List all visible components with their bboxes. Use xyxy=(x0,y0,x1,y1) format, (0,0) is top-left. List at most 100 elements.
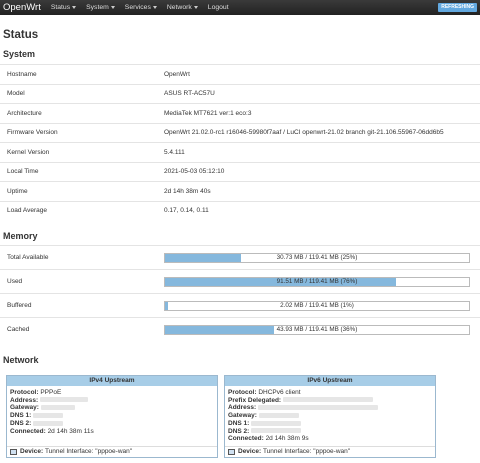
ipv6-card-body: Protocol: DHCPv6 client Prefix Delegated… xyxy=(225,386,435,443)
progress-text: 30.73 MB / 119.41 MB (25%) xyxy=(276,253,358,261)
chevron-down-icon xyxy=(72,6,77,9)
progress-text: 2.02 MB / 119.41 MB (1%) xyxy=(280,301,354,309)
chevron-down-icon xyxy=(152,6,157,9)
row-value: 0.17, 0.14, 0.11 xyxy=(164,207,209,215)
redacted-value xyxy=(258,412,299,418)
row-label: Used xyxy=(7,278,23,285)
chevron-down-icon xyxy=(110,6,115,9)
network-section-title: Network xyxy=(3,355,39,365)
memory-table: Total Available 30.73 MB / 119.41 MB (25%… xyxy=(0,245,480,341)
menu-logout-label: Logout xyxy=(207,4,229,11)
progress-text: 91.51 MB / 119.41 MB (76%) xyxy=(276,277,358,285)
field-value: PPPoE xyxy=(40,389,62,396)
tunnel-device-icon xyxy=(10,449,17,455)
menu-network[interactable]: Network xyxy=(167,4,198,11)
field-label: Gateway: xyxy=(228,412,257,420)
table-row: Kernel Version 5.4.111 xyxy=(0,142,480,162)
redacted-value xyxy=(33,412,64,418)
row-label: Architecture xyxy=(7,109,42,117)
ipv6-card-title: IPv6 Upstream xyxy=(225,376,435,386)
row-label: Buffered xyxy=(7,302,32,309)
ipv6-prefix: Prefix Delegated: xyxy=(228,397,432,405)
ipv6-device: Device: Tunnel Interface: "pppoe-wan" xyxy=(225,446,435,457)
row-label: Uptime xyxy=(7,187,28,195)
row-label: Total Available xyxy=(7,254,49,261)
ipv4-card-body: Protocol: PPPoE Address: Gateway: DNS 1:… xyxy=(7,386,217,435)
field-value: 2d 14h 38m 9s xyxy=(265,435,309,443)
menu-services-label: Services xyxy=(124,4,151,11)
field-label: DNS 1: xyxy=(10,412,32,420)
field-label: Protocol: xyxy=(228,389,257,396)
system-table: Hostname OpenWrt Model ASUS RT-AC57U Archi… xyxy=(0,64,480,220)
memory-progress-bar: 43.93 MB / 119.41 MB (36%) xyxy=(164,324,470,335)
table-row: Used 91.51 MB / 119.41 MB (76%) xyxy=(0,269,480,293)
ipv4-upstream-card: IPv4 Upstream Protocol: PPPoE Address: G… xyxy=(6,375,218,458)
ipv4-connected: Connected: 2d 14h 38m 11s xyxy=(10,428,214,436)
ipv4-gateway: Gateway: xyxy=(10,404,214,412)
table-row: Firmware Version OpenWrt 21.02.0-rc1 r160… xyxy=(0,122,480,143)
menu-status-label: Status xyxy=(50,4,71,11)
redacted-value xyxy=(40,405,75,411)
table-row: Local Time 2021-05-03 05:12:10 xyxy=(0,161,480,182)
memory-progress-bar: 2.02 MB / 119.41 MB (1%) xyxy=(164,300,470,311)
field-label: Address: xyxy=(228,404,257,412)
redacted-value xyxy=(251,428,302,434)
field-label: DNS 1: xyxy=(228,419,250,427)
field-label: DNS 2: xyxy=(10,419,32,427)
ipv4-protocol: Protocol: PPPoE xyxy=(10,389,214,397)
menu-system[interactable]: System xyxy=(86,4,115,11)
row-value: 5.4.111 xyxy=(164,148,185,156)
ipv6-address: Address: xyxy=(228,404,432,412)
page-title: Status xyxy=(3,29,39,41)
field-value: 2d 14h 38m 11s xyxy=(47,427,94,435)
table-row: Hostname OpenWrt xyxy=(0,64,480,84)
row-label: Hostname xyxy=(7,70,37,78)
refresh-badge[interactable]: REFRESHING xyxy=(438,3,477,12)
chevron-down-icon xyxy=(193,6,198,9)
row-value: ASUS RT-AC57U xyxy=(164,90,215,98)
table-row: Load Average 0.17, 0.14, 0.11 xyxy=(0,200,480,221)
field-value: Tunnel Interface: "pppoe-wan" xyxy=(44,448,133,455)
field-value: Tunnel Interface: "pppoe-wan" xyxy=(262,448,351,455)
ipv4-device: Device: Tunnel Interface: "pppoe-wan" xyxy=(7,446,217,457)
top-navbar: OpenWrt Status System Services Network L… xyxy=(0,0,480,15)
brand-logo[interactable]: OpenWrt xyxy=(3,2,41,13)
field-value: DHCPv6 client xyxy=(258,389,301,396)
table-row: Buffered 2.02 MB / 119.41 MB (1%) xyxy=(0,293,480,317)
ipv4-dns1: DNS 1: xyxy=(10,412,214,420)
menu-status[interactable]: Status xyxy=(50,4,77,11)
ipv6-gateway: Gateway: xyxy=(228,412,432,420)
ipv4-card-title: IPv4 Upstream xyxy=(7,376,217,386)
row-label: Cached xyxy=(7,326,30,333)
memory-section-title: Memory xyxy=(3,231,38,241)
menu-services[interactable]: Services xyxy=(125,4,157,11)
field-label: Connected: xyxy=(10,427,46,435)
row-value: 2021-05-03 05:12:10 xyxy=(164,168,225,176)
ipv6-connected: Connected: 2d 14h 38m 9s xyxy=(228,435,432,443)
tunnel-device-icon xyxy=(228,449,235,455)
table-row: Total Available 30.73 MB / 119.41 MB (25%… xyxy=(0,245,480,269)
table-row: Model ASUS RT-AC57U xyxy=(0,83,480,104)
ipv6-dns2: DNS 2: xyxy=(228,428,432,436)
menu-logout[interactable]: Logout xyxy=(208,4,229,11)
row-label: Model xyxy=(7,90,25,98)
row-value: OpenWrt 21.02.0-rc1 r16046-59980f7aaf / … xyxy=(164,129,444,137)
table-row: Cached 43.93 MB / 119.41 MB (36%) xyxy=(0,317,480,341)
system-section-title: System xyxy=(3,49,36,59)
row-value: MediaTek MT7621 ver:1 eco:3 xyxy=(164,109,252,117)
row-label: Firmware Version xyxy=(7,129,58,137)
memory-progress-bar: 30.73 MB / 119.41 MB (25%) xyxy=(164,252,470,263)
table-row: Architecture MediaTek MT7621 ver:1 eco:3 xyxy=(0,103,480,123)
redacted-value xyxy=(33,420,64,426)
memory-progress-bar: 91.51 MB / 119.41 MB (76%) xyxy=(164,276,470,287)
field-label: Gateway: xyxy=(10,404,39,412)
field-label: Connected: xyxy=(228,435,264,443)
ipv6-protocol: Protocol: DHCPv6 client xyxy=(228,389,432,397)
main-menu: Status System Services Network Logout xyxy=(51,4,239,11)
redacted-value xyxy=(258,405,378,411)
field-label: DNS 2: xyxy=(228,427,250,435)
redacted-value xyxy=(282,397,373,403)
row-label: Local Time xyxy=(7,168,39,176)
row-value: 2d 14h 38m 40s xyxy=(164,187,211,195)
menu-system-label: System xyxy=(86,4,109,11)
